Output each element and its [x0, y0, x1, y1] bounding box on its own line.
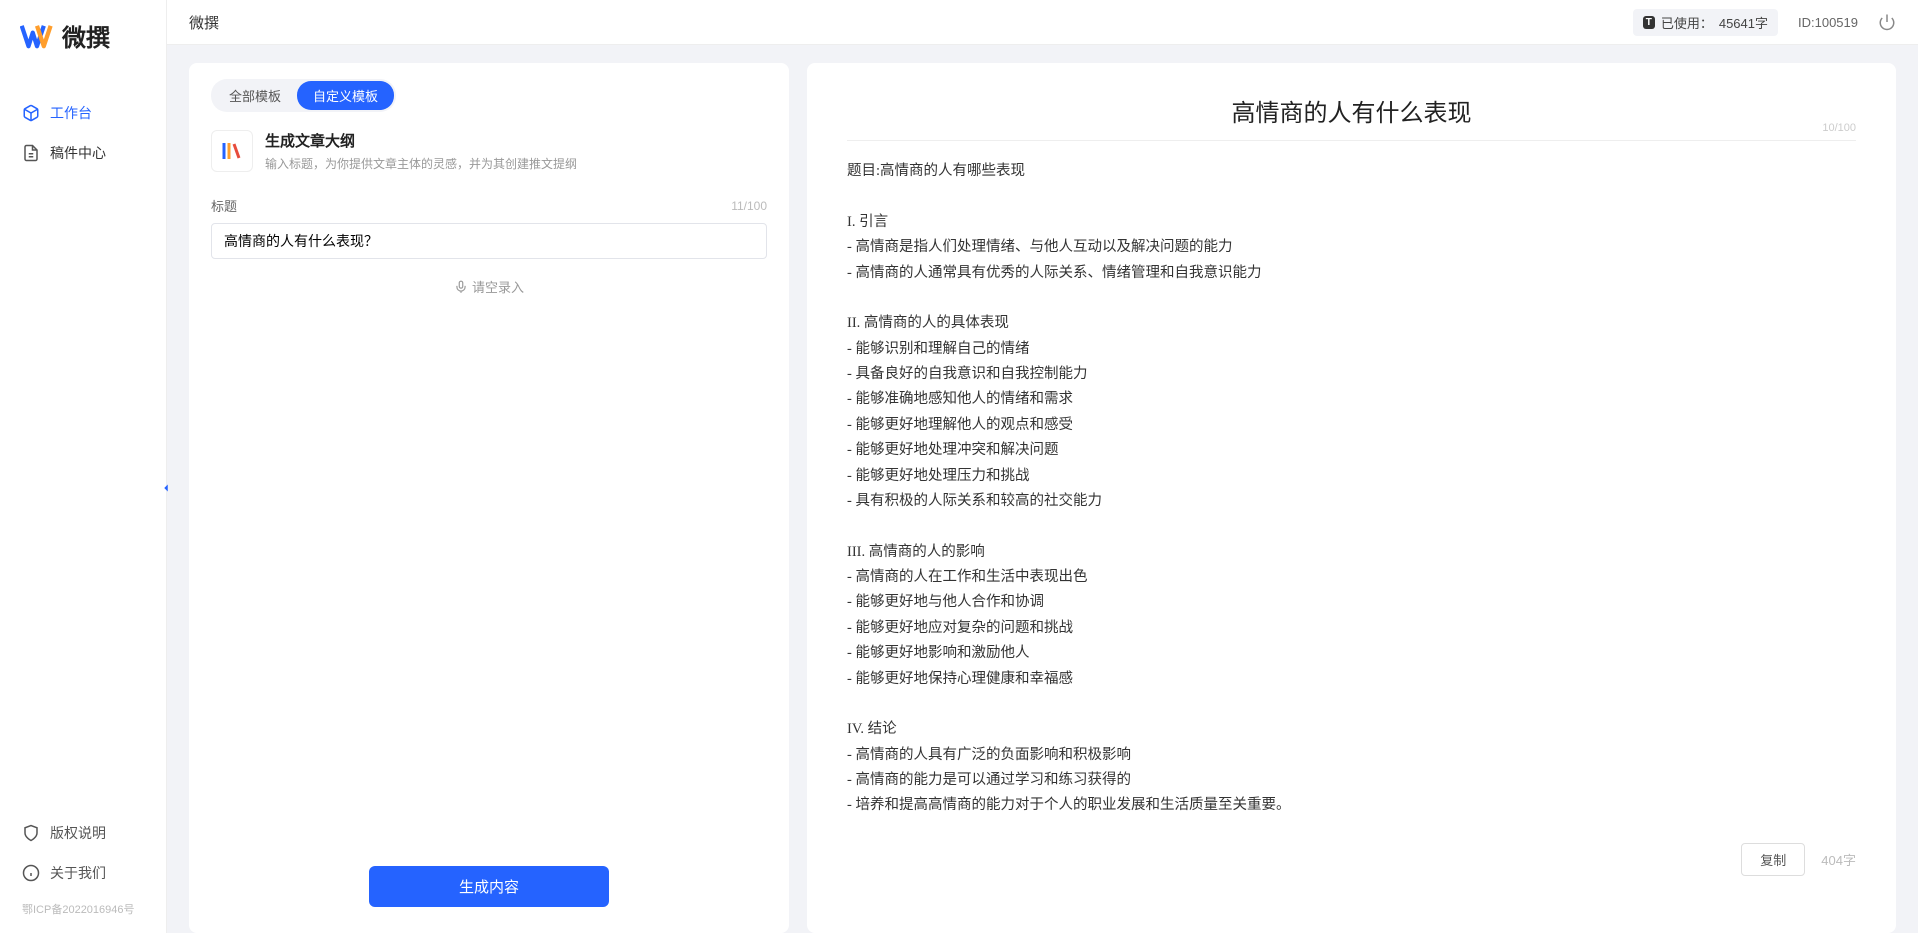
- char-count: 11/100: [731, 199, 767, 213]
- field-label-title: 标题: [211, 196, 237, 215]
- word-count: 404字: [1821, 850, 1856, 869]
- generate-button[interactable]: 生成内容: [369, 866, 609, 907]
- template-title: 生成文章大纲: [265, 130, 577, 151]
- template-card: 生成文章大纲 输入标题，为你提供文章主体的灵感，并为其创建推文提纲: [211, 130, 767, 172]
- logo-icon: [20, 19, 54, 53]
- nav-item-label: 关于我们: [50, 863, 106, 883]
- user-id: ID:100519: [1798, 15, 1858, 30]
- nav-item-workspace[interactable]: 工作台: [0, 93, 166, 133]
- nav-item-label: 稿件中心: [50, 143, 106, 163]
- icp-text: 鄂ICP备2022016946号: [0, 901, 166, 923]
- voice-input-label: 请空录入: [472, 277, 524, 296]
- output-title-count: 10/100: [1822, 122, 1856, 134]
- output-panel: 高情商的人有什么表现 10/100 题目:高情商的人有哪些表现 I. 引言 - …: [807, 63, 1896, 933]
- nav-item-about[interactable]: 关于我们: [0, 853, 166, 893]
- input-panel: 全部模板 自定义模板 生成文章大纲 输入标题，为你提供文章主体的灵感，并为其创建…: [189, 63, 789, 933]
- page-title: 微撰: [189, 12, 219, 33]
- usage-pill[interactable]: T 已使用： 45641字: [1633, 9, 1778, 36]
- microphone-icon: [454, 280, 468, 294]
- template-tabs: 全部模板 自定义模板: [211, 79, 396, 112]
- text-badge-icon: T: [1643, 16, 1655, 29]
- nav-item-label: 工作台: [50, 103, 92, 123]
- collapse-handle-icon[interactable]: [159, 479, 175, 499]
- usage-value: 45641字: [1719, 13, 1768, 32]
- cube-icon: [22, 104, 40, 122]
- nav-item-label: 版权说明: [50, 823, 106, 843]
- logo-text: 微撰: [62, 18, 110, 53]
- nav-footer: 版权说明 关于我们: [0, 813, 166, 901]
- info-icon: [22, 864, 40, 882]
- document-icon: [22, 144, 40, 162]
- logo: 微撰: [0, 18, 166, 93]
- nav-item-drafts[interactable]: 稿件中心: [0, 133, 166, 173]
- template-desc: 输入标题，为你提供文章主体的灵感，并为其创建推文提纲: [265, 155, 577, 172]
- usage-prefix: 已使用：: [1661, 13, 1713, 32]
- tab-all-templates[interactable]: 全部模板: [213, 81, 297, 110]
- title-input[interactable]: [211, 223, 767, 259]
- output-body[interactable]: 题目:高情商的人有哪些表现 I. 引言 - 高情商是指人们处理情绪、与他人互动以…: [847, 159, 1856, 829]
- voice-input-button[interactable]: 请空录入: [211, 277, 767, 296]
- tab-custom-templates[interactable]: 自定义模板: [297, 81, 394, 110]
- power-icon[interactable]: [1878, 13, 1896, 31]
- topbar: 微撰 T 已使用： 45641字 ID:100519: [167, 0, 1918, 45]
- template-icon: [211, 130, 253, 172]
- shield-icon: [22, 824, 40, 842]
- output-title: 高情商的人有什么表现: [847, 93, 1856, 128]
- nav-item-copyright[interactable]: 版权说明: [0, 813, 166, 853]
- nav-main: 工作台 稿件中心: [0, 93, 166, 813]
- sidebar: 微撰 工作台 稿件中心 版权说明: [0, 0, 167, 933]
- copy-button[interactable]: 复制: [1741, 843, 1805, 876]
